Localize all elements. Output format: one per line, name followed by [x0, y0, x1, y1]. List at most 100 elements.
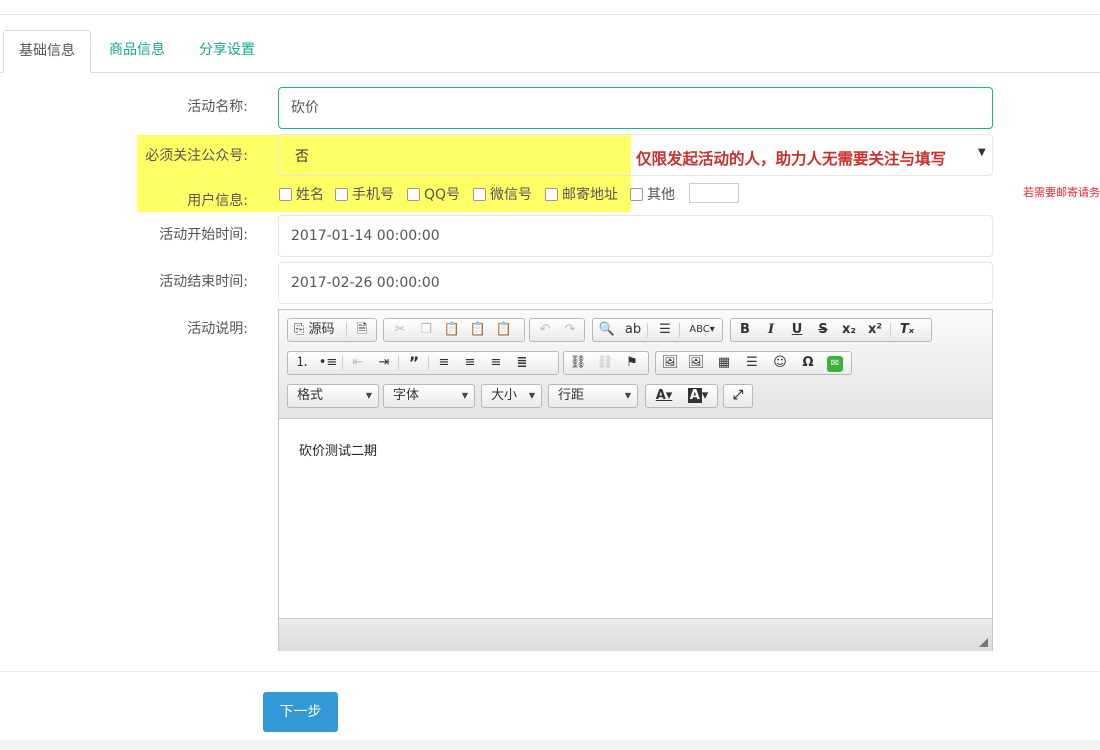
checkbox-qq[interactable]: QQ号 — [407, 184, 460, 204]
description-label: 活动说明: — [187, 321, 248, 337]
undo-icon[interactable]: ↶ — [533, 320, 557, 340]
align-center-icon[interactable]: ≡ — [458, 353, 482, 373]
underline-icon[interactable]: U — [785, 320, 809, 340]
checkbox-label: 其他 — [647, 187, 675, 203]
text-color-icon[interactable]: A▾ — [648, 386, 680, 406]
background-color-icon[interactable]: A ▾ — [682, 386, 714, 406]
toolbar-separator — [342, 356, 343, 370]
horizontal-line-icon[interactable]: ☰ — [740, 353, 764, 373]
font-dropdown[interactable]: 字体 ▼ — [383, 384, 475, 408]
align-justify-icon[interactable]: ≣ — [510, 353, 534, 373]
checkbox-other[interactable]: 其他 — [630, 184, 675, 204]
indent-icon[interactable]: ⇥ — [372, 353, 396, 373]
size-dropdown-label: 大小 — [491, 388, 518, 403]
superscript-icon[interactable]: x² — [863, 320, 887, 340]
unlink-icon[interactable]: ⛓ — [593, 353, 617, 373]
link-icon[interactable]: ⛓ — [566, 353, 590, 373]
follow-account-value: 否 — [295, 149, 309, 165]
numbered-list-icon[interactable]: ⒈ — [290, 353, 314, 373]
toolbar-group-clipboard: ✂ ❐ 📋 📋 📋 — [383, 318, 525, 342]
maximize-icon[interactable]: ⤢ — [726, 386, 750, 406]
align-right-icon[interactable]: ≡ — [484, 353, 508, 373]
paste-word-icon[interactable]: 📋 — [492, 320, 516, 340]
outdent-icon[interactable]: ⇤ — [346, 353, 370, 373]
tab-share-settings[interactable]: 分享设置 — [199, 30, 255, 71]
format-dropdown[interactable]: 格式 ▼ — [287, 384, 379, 408]
bold-icon[interactable]: B — [733, 320, 757, 340]
editor-status-bar — [279, 618, 992, 651]
checkbox-wechat[interactable]: 微信号 — [473, 184, 532, 204]
chevron-down-icon: ▼ — [461, 391, 468, 400]
checkbox-icon[interactable] — [473, 187, 486, 201]
cut-icon[interactable]: ✂ — [388, 320, 412, 340]
toolbar-group-links: ⛓ ⛓ ⚑ — [563, 351, 649, 375]
replace-icon[interactable]: ab — [621, 320, 645, 340]
next-step-button[interactable]: 下一步 — [263, 692, 338, 732]
start-time-label: 活动开始时间: — [159, 227, 248, 243]
activity-name-input[interactable]: 砍价 — [278, 87, 993, 129]
special-char-icon[interactable]: Ω — [796, 353, 820, 373]
subscript-icon[interactable]: x₂ — [837, 320, 861, 340]
new-page-icon[interactable]: 🗎 — [350, 320, 374, 340]
checkbox-label: 邮寄地址 — [562, 187, 618, 203]
line-height-dropdown[interactable]: 行距 ▼ — [548, 384, 638, 408]
rich-text-editor: ⎘ 源码 🗎 ✂ ❐ 📋 📋 📋 ↶ ↷ 🔍 ab ☰ ABC▾ B I U S… — [278, 309, 993, 651]
checkbox-icon[interactable] — [335, 187, 348, 201]
tab-product-info[interactable]: 商品信息 — [109, 30, 165, 71]
remove-format-icon[interactable]: Tₓ — [895, 320, 919, 340]
chevron-down-icon: ▼ — [528, 391, 535, 400]
checkbox-icon[interactable] — [407, 187, 420, 201]
footer-band — [0, 740, 1100, 750]
checkbox-label: 微信号 — [490, 187, 532, 203]
toolbar-group-history: ↶ ↷ — [529, 318, 585, 342]
spellcheck-icon[interactable]: ABC▾ — [685, 320, 719, 340]
follow-account-label: 必须关注公众号: — [145, 148, 248, 164]
checkbox-name[interactable]: 姓名 — [279, 184, 324, 204]
redo-icon[interactable]: ↷ — [558, 320, 582, 340]
find-icon[interactable]: 🔍 — [595, 320, 619, 340]
user-info-hint: 若需要邮寄请务 — [1023, 186, 1100, 199]
end-time-label: 活动结束时间: — [159, 274, 248, 290]
wechat-icon[interactable]: ✉ — [823, 353, 847, 373]
chevron-down-icon: ▼ — [624, 391, 631, 400]
smiley-icon[interactable]: ☺ — [768, 353, 792, 373]
paste-icon[interactable]: 📋 — [440, 320, 464, 340]
end-time-input[interactable]: 2017-02-26 00:00:00 — [278, 262, 993, 304]
font-dropdown-label: 字体 — [393, 388, 420, 403]
blockquote-icon[interactable]: ” — [402, 353, 426, 373]
bulleted-list-icon[interactable]: •≡ — [316, 353, 340, 373]
table-icon[interactable]: ▦ — [712, 353, 736, 373]
strikethrough-icon[interactable]: S — [811, 320, 835, 340]
checkbox-icon[interactable] — [279, 187, 292, 201]
format-dropdown-label: 格式 — [297, 388, 324, 403]
checkbox-icon[interactable] — [630, 187, 643, 201]
paste-text-icon[interactable]: 📋 — [466, 320, 490, 340]
toolbar-group-colors: A▾ A ▾ — [645, 384, 718, 408]
image-upload-icon[interactable]: 🖼 — [658, 353, 682, 373]
italic-icon[interactable]: I — [759, 320, 783, 340]
source-button-label: 源码 — [308, 322, 335, 337]
toolbar-group-document: ⎘ 源码 🗎 — [287, 318, 377, 342]
resize-handle-icon[interactable] — [979, 638, 988, 647]
other-info-input[interactable] — [689, 183, 739, 203]
editor-content[interactable]: 砍价测试二期 — [299, 440, 377, 459]
editor-toolbar: ⎘ 源码 🗎 ✂ ❐ 📋 📋 📋 ↶ ↷ 🔍 ab ☰ ABC▾ B I U S… — [279, 310, 992, 419]
select-all-icon[interactable]: ☰ — [653, 320, 677, 340]
tab-basic-info[interactable]: 基础信息 — [3, 30, 91, 73]
source-button[interactable]: ⎘ 源码 — [290, 320, 344, 340]
checkbox-address[interactable]: 邮寄地址 — [545, 184, 618, 204]
checkbox-label: 手机号 — [352, 187, 394, 203]
toolbar-separator — [346, 323, 347, 337]
size-dropdown[interactable]: 大小 ▼ — [481, 384, 542, 408]
toolbar-group-tools: ⤢ — [723, 384, 753, 408]
checkbox-phone[interactable]: 手机号 — [335, 184, 394, 204]
copy-icon[interactable]: ❐ — [414, 320, 438, 340]
follow-account-hint: 仅限发起活动的人，助力人无需要关注与填写 — [636, 149, 947, 168]
toolbar-group-basicstyles: B I U S x₂ x² Tₓ — [730, 318, 932, 342]
image-icon[interactable]: 🖼 — [684, 353, 708, 373]
checkbox-icon[interactable] — [545, 187, 558, 201]
align-left-icon[interactable]: ≡ — [432, 353, 456, 373]
anchor-icon[interactable]: ⚑ — [620, 353, 644, 373]
follow-account-select-left[interactable] — [278, 134, 632, 176]
start-time-input[interactable]: 2017-01-14 00:00:00 — [278, 215, 993, 257]
